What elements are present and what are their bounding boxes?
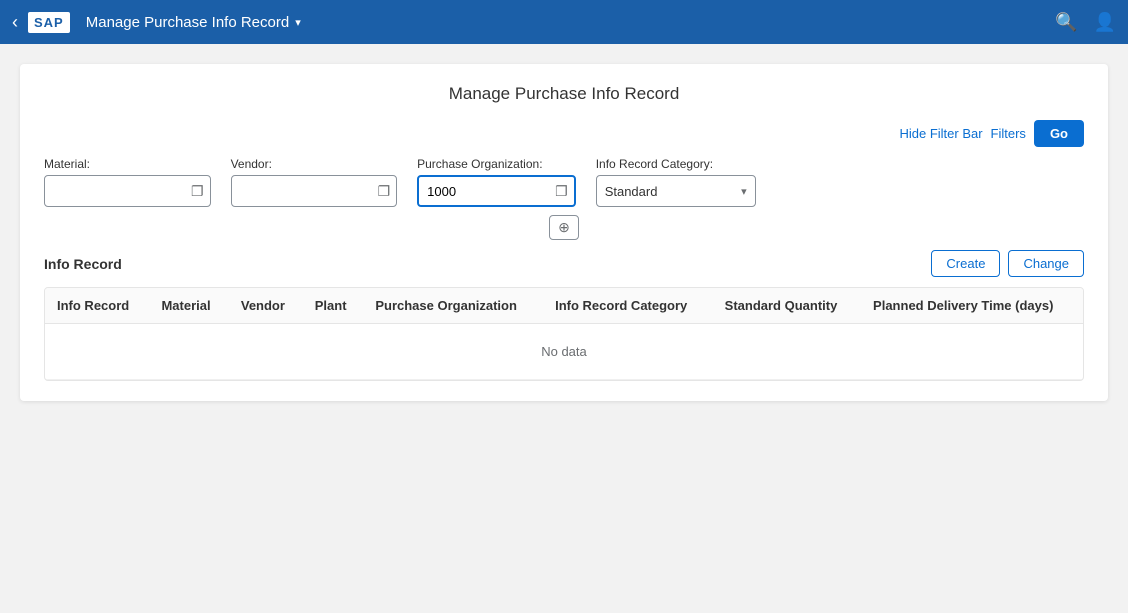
col-info-record-category: Info Record Category [543, 288, 713, 324]
section-actions: Create Change [931, 250, 1084, 277]
material-field: Material: ❐ [44, 157, 211, 207]
info-record-table: Info Record Material Vendor Plant Purcha… [45, 288, 1083, 380]
hide-filter-bar-button[interactable]: Hide Filter Bar [899, 126, 982, 141]
col-info-record: Info Record [45, 288, 149, 324]
top-navbar: ‹ SAP Manage Purchase Info Record ▾ 🔍 👤 [0, 0, 1128, 44]
info-record-category-field: Info Record Category: Standard Subcontra… [596, 157, 756, 207]
title-dropdown-arrow[interactable]: ▾ [295, 16, 301, 29]
main-container: Manage Purchase Info Record Hide Filter … [0, 44, 1128, 421]
change-button[interactable]: Change [1008, 250, 1084, 277]
vendor-input-wrapper: ❐ [231, 175, 398, 207]
purchase-org-input-wrapper: ❐ [417, 175, 576, 207]
section-header: Info Record Create Change [44, 250, 1084, 277]
sap-logo: SAP [28, 12, 70, 33]
purchase-org-label: Purchase Organization: [417, 157, 576, 171]
material-value-help-button[interactable]: ❐ [185, 183, 210, 200]
app-title-text: Manage Purchase Info Record [86, 14, 289, 31]
purchase-org-field: Purchase Organization: ❐ [417, 157, 576, 207]
col-material: Material [149, 288, 228, 324]
col-vendor: Vendor [229, 288, 303, 324]
filter-bar-actions: Hide Filter Bar Filters Go [44, 120, 1084, 147]
main-card: Manage Purchase Info Record Hide Filter … [20, 64, 1108, 401]
app-title: Manage Purchase Info Record ▾ [86, 14, 301, 31]
create-button[interactable]: Create [931, 250, 1000, 277]
no-data-text: No data [45, 324, 1083, 380]
filter-expand-button[interactable]: ⊕ [549, 215, 579, 240]
info-record-category-select[interactable]: Standard Subcontracting Pipeline Consign… [605, 184, 733, 199]
info-record-section: Info Record Create Change Info Record Ma… [44, 250, 1084, 381]
info-record-table-wrapper: Info Record Material Vendor Plant Purcha… [44, 287, 1084, 381]
info-record-category-label: Info Record Category: [596, 157, 756, 171]
go-button[interactable]: Go [1034, 120, 1084, 147]
table-header-row: Info Record Material Vendor Plant Purcha… [45, 288, 1083, 324]
section-title: Info Record [44, 256, 122, 272]
material-input[interactable] [45, 176, 185, 206]
purchase-org-input[interactable] [419, 177, 549, 205]
filter-fields: Material: ❐ Vendor: ❐ Purchase Organizat… [44, 157, 1084, 207]
vendor-input[interactable] [232, 176, 372, 206]
filter-expand-row: ⊕ [44, 215, 1084, 240]
no-data-row: No data [45, 324, 1083, 380]
info-record-category-select-wrapper: Standard Subcontracting Pipeline Consign… [596, 175, 756, 207]
user-icon[interactable]: 👤 [1094, 12, 1116, 33]
filters-button[interactable]: Filters [991, 126, 1026, 141]
navbar-icons: 🔍 👤 [1055, 12, 1116, 33]
vendor-field: Vendor: ❐ [231, 157, 398, 207]
material-label: Material: [44, 157, 211, 171]
col-purchase-org: Purchase Organization [363, 288, 543, 324]
col-planned-delivery: Planned Delivery Time (days) [861, 288, 1083, 324]
material-input-wrapper: ❐ [44, 175, 211, 207]
vendor-value-help-button[interactable]: ❐ [372, 183, 397, 200]
category-dropdown-arrow: ▾ [741, 185, 747, 198]
vendor-label: Vendor: [231, 157, 398, 171]
col-plant: Plant [303, 288, 364, 324]
col-standard-quantity: Standard Quantity [713, 288, 861, 324]
purchase-org-value-help-button[interactable]: ❐ [549, 183, 574, 200]
back-button[interactable]: ‹ [12, 12, 18, 33]
page-title: Manage Purchase Info Record [44, 84, 1084, 104]
search-icon[interactable]: 🔍 [1055, 12, 1077, 33]
